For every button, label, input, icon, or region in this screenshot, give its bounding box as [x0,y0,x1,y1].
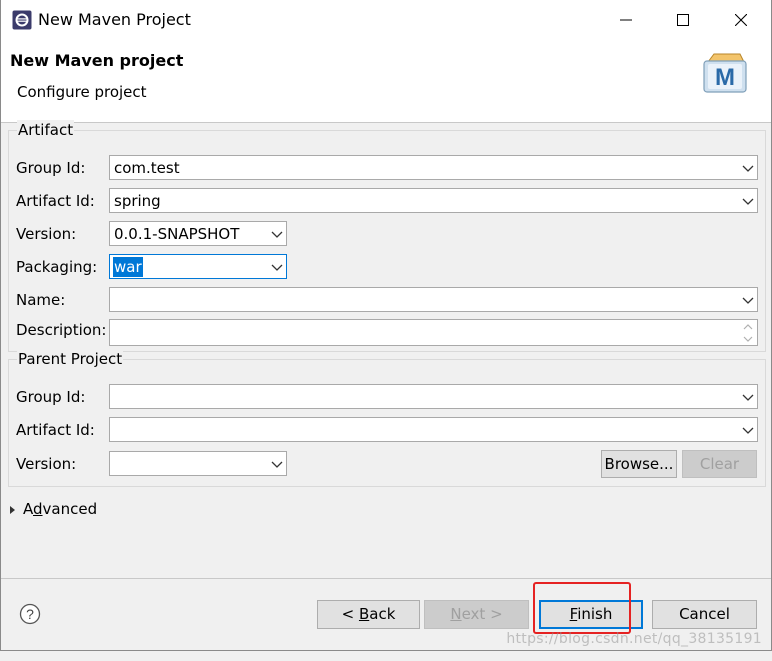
eclipse-app-icon [12,10,32,30]
back-button[interactable]: < Back [317,600,420,629]
chevron-down-icon [271,461,283,468]
description-label: Description: [16,321,107,339]
next-button[interactable]: Next > [424,600,529,629]
artifact-id-value: spring [114,192,161,210]
title-bar[interactable]: New Maven Project [1,0,771,40]
description-textarea[interactable] [109,319,758,346]
finish-button[interactable]: Finish [539,600,643,629]
new-maven-project-dialog: New Maven Project New Maven project Conf… [0,0,772,651]
packaging-label: Packaging: [16,258,98,276]
maven-logo-icon: M [703,53,747,93]
chevron-down-icon [742,198,754,205]
group-id-combo[interactable]: com.test [109,155,758,180]
parent-group-id-combo[interactable] [109,384,758,409]
window-title: New Maven Project [38,10,191,29]
wizard-title: New Maven project [10,51,184,70]
version-label: Version: [16,225,77,243]
name-combo[interactable] [109,287,758,312]
parent-version-combo[interactable] [109,451,287,476]
close-icon [735,14,747,26]
watermark-text: https://blog.csdn.net/qq_38135191 [506,631,762,647]
parent-group-id-label: Group Id: [16,388,86,406]
parent-project-group-title: Parent Project [17,349,124,369]
scroll-arrows-icon[interactable] [741,321,755,345]
artifact-id-combo[interactable]: spring [109,188,758,213]
chevron-down-icon [271,264,283,271]
clear-button[interactable]: Clear [682,450,757,478]
help-icon[interactable]: ? [19,603,41,625]
chevron-down-icon [742,297,754,304]
chevron-down-icon [742,165,754,172]
maximize-icon [677,14,689,26]
maximize-button[interactable] [654,0,712,40]
cancel-button[interactable]: Cancel [652,600,757,629]
browse-button[interactable]: Browse... [601,450,677,478]
parent-artifact-id-label: Artifact Id: [16,421,95,439]
parent-version-label: Version: [16,455,77,473]
chevron-down-icon [742,394,754,401]
wizard-header: New Maven project Configure project M [1,40,771,123]
svg-text:M: M [715,64,735,91]
minimize-icon [620,19,632,21]
packaging-combo[interactable]: war [109,254,287,279]
version-value: 0.0.1-SNAPSHOT [114,225,240,243]
close-button[interactable] [712,0,770,40]
expand-arrow-icon [10,506,15,514]
artifact-id-label: Artifact Id: [16,192,95,210]
svg-text:?: ? [26,606,34,622]
name-label: Name: [16,291,66,309]
chevron-down-icon [742,427,754,434]
chevron-down-icon [271,231,283,238]
version-combo[interactable]: 0.0.1-SNAPSHOT [109,221,287,246]
group-id-label: Group Id: [16,159,86,177]
artifact-group-title: Artifact [17,120,75,140]
minimize-button[interactable] [597,0,655,40]
packaging-value: war [113,257,143,277]
group-id-value: com.test [114,159,180,177]
wizard-subtitle: Configure project [17,83,147,101]
parent-artifact-id-combo[interactable] [109,417,758,442]
advanced-label: Advanced [23,500,98,518]
